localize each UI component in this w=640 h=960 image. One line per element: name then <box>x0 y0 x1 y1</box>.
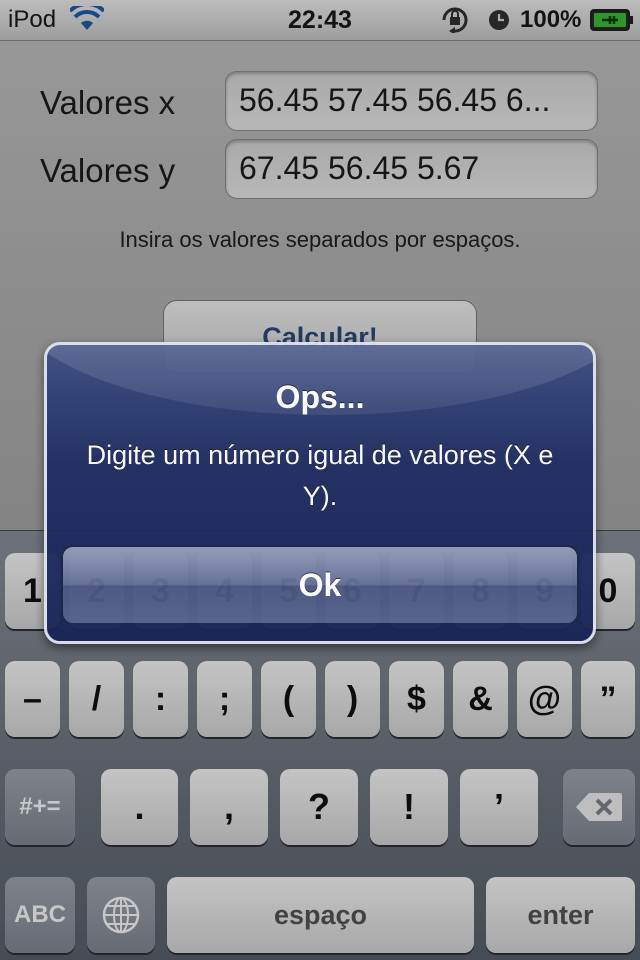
alert-title: Ops... <box>275 379 365 415</box>
alert-ok-button[interactable]: Ok <box>61 545 579 625</box>
alert-dialog: Ops... Digite um número igual de valores… <box>44 342 596 644</box>
screen: iPod 22:43 100% Valores x 56.45 57.45 56… <box>0 0 640 960</box>
alert-message: Digite um número igual de valores (X e Y… <box>86 440 554 511</box>
